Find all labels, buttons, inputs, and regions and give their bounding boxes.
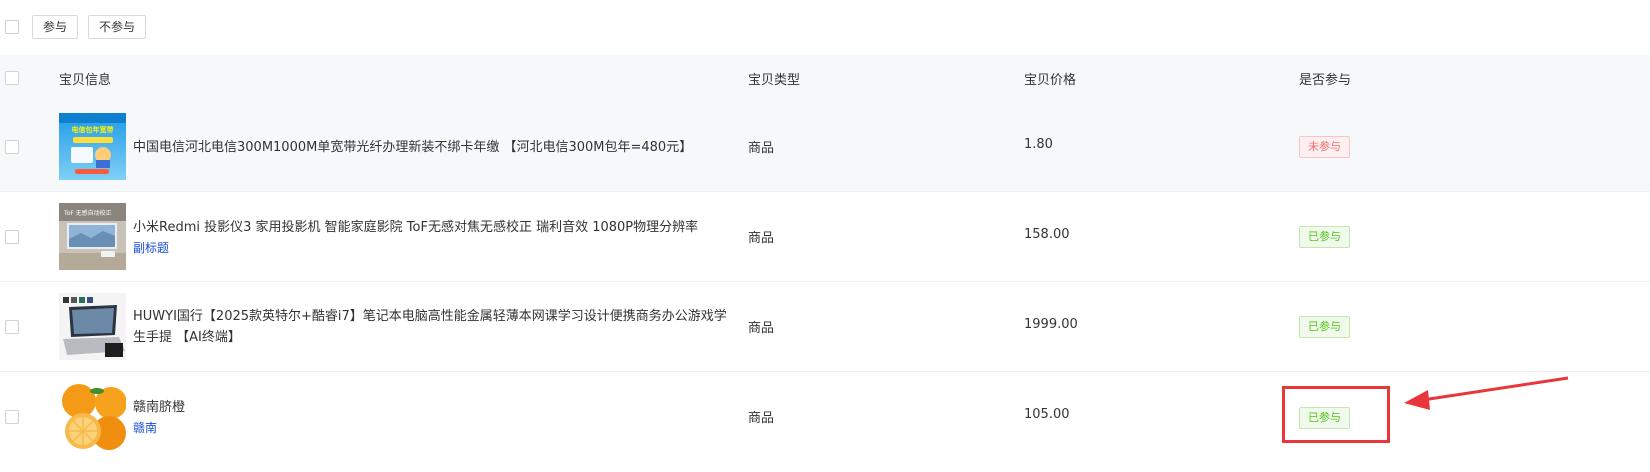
- product-title[interactable]: HUWYI国行【2025款英特尔+酷睿i7】笔记本电脑高性能金属轻薄本网课学习设…: [133, 306, 733, 348]
- row-checkbox[interactable]: [5, 410, 19, 424]
- column-header-participation: 是否参与: [1299, 73, 1352, 88]
- table-row: ToF 无感自动校正 小米Redmi 投影仪3 家用投影机 智能家庭影院 ToF…: [0, 192, 1650, 282]
- orange-image: [59, 383, 126, 450]
- projector-image: ToF 无感自动校正: [59, 203, 126, 270]
- product-price: 158.00: [1024, 227, 1070, 242]
- status-badge[interactable]: 已参与: [1299, 226, 1350, 248]
- bulk-join-button[interactable]: 参与: [32, 15, 79, 39]
- status-badge[interactable]: 未参与: [1299, 136, 1350, 158]
- table-row: 电信包年宽带 中国电信河北电信300M1000M单宽带光纤办理新装不绑卡年缴 【…: [0, 102, 1650, 192]
- product-title[interactable]: 赣南脐橙: [133, 397, 733, 418]
- product-type: 商品: [748, 231, 775, 246]
- table-header: 宝贝信息 宝贝类型 宝贝价格 是否参与: [0, 55, 1650, 102]
- product-price: 105.00: [1024, 407, 1070, 422]
- bulk-not-join-button[interactable]: 不参与: [88, 15, 147, 39]
- product-info: 小米Redmi 投影仪3 家用投影机 智能家庭影院 ToF无感对焦无感校正 瑞利…: [133, 192, 733, 282]
- product-type: 商品: [748, 141, 775, 156]
- column-header-product-price: 宝贝价格: [1024, 73, 1077, 88]
- product-price: 1999.00: [1024, 317, 1078, 332]
- select-all-checkbox[interactable]: [5, 71, 19, 85]
- column-header-product-type: 宝贝类型: [748, 73, 801, 88]
- product-info: 中国电信河北电信300M1000M单宽带光纤办理新装不绑卡年缴 【河北电信300…: [133, 102, 733, 192]
- broadband-promo-image: 电信包年宽带: [59, 113, 126, 180]
- annotation-highlight-box: [1282, 386, 1390, 443]
- product-title[interactable]: 小米Redmi 投影仪3 家用投影机 智能家庭影院 ToF无感对焦无感校正 瑞利…: [133, 217, 733, 238]
- svg-text:电信包年宽带: 电信包年宽带: [72, 125, 114, 134]
- product-title[interactable]: 中国电信河北电信300M1000M单宽带光纤办理新装不绑卡年缴 【河北电信300…: [133, 137, 733, 158]
- row-checkbox[interactable]: [5, 140, 19, 154]
- status-badge[interactable]: 已参与: [1299, 316, 1350, 338]
- product-price: 1.80: [1024, 137, 1053, 152]
- product-subtitle-link[interactable]: 副标题: [133, 238, 733, 258]
- column-header-product-info: 宝贝信息: [59, 73, 112, 88]
- product-info: HUWYI国行【2025款英特尔+酷睿i7】笔记本电脑高性能金属轻薄本网课学习设…: [133, 282, 733, 372]
- annotation-arrow-icon: [1404, 376, 1569, 410]
- product-type: 商品: [748, 411, 775, 426]
- product-type: 商品: [748, 321, 775, 336]
- product-participation-page: 参与 不参与 宝贝信息 宝贝类型 宝贝价格 是否参与 电信包年宽带 中国电信河北…: [0, 0, 1650, 472]
- row-checkbox[interactable]: [5, 230, 19, 244]
- select-all-checkbox-top[interactable]: [5, 20, 19, 34]
- product-subtitle-link[interactable]: 赣南: [133, 418, 733, 438]
- svg-text:ToF 无感自动校正: ToF 无感自动校正: [63, 209, 112, 217]
- product-info: 赣南脐橙 赣南: [133, 372, 733, 462]
- row-checkbox[interactable]: [5, 320, 19, 334]
- laptop-image: [59, 293, 126, 360]
- table-row: HUWYI国行【2025款英特尔+酷睿i7】笔记本电脑高性能金属轻薄本网课学习设…: [0, 282, 1650, 372]
